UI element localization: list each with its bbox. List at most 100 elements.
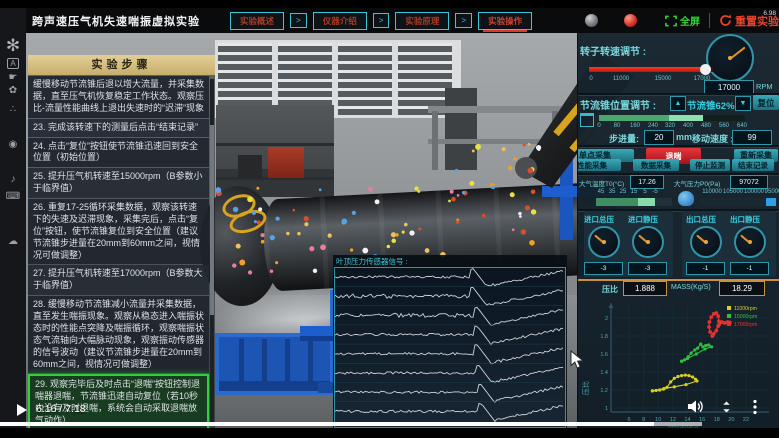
throttle-slider[interactable] bbox=[599, 115, 745, 121]
tick-label: 640 bbox=[737, 123, 747, 129]
top-bar: 跨声速压气机失速喘振虚拟实验 实验概述>仪器介绍>实验原理>实验操作 全屏 重置… bbox=[26, 8, 779, 33]
throttle-down-button[interactable]: ▼ bbox=[735, 96, 751, 111]
app-logo-icon: ✻ bbox=[0, 36, 26, 56]
step-item: 28. 缓慢移动节流锥减小流量并采集数据，直至发生喘振现象。观察从稳态进入喘振状… bbox=[28, 296, 209, 373]
fullscreen-button[interactable]: 全屏 bbox=[665, 13, 700, 28]
tab-separator: > bbox=[290, 13, 307, 28]
play-button[interactable] bbox=[17, 404, 27, 416]
svg-text:1.2: 1.2 bbox=[600, 388, 608, 394]
speed-input[interactable]: 99 bbox=[732, 130, 772, 145]
cloud-download-icon[interactable]: ☁ bbox=[0, 236, 26, 247]
experiment-app: 跨声速压气机失速喘振虚拟实验 实验概述>仪器介绍>实验原理>实验操作 全屏 重置… bbox=[26, 8, 779, 428]
pressure-slider[interactable] bbox=[700, 198, 776, 206]
divider bbox=[709, 13, 710, 28]
audio-note-icon[interactable]: ♪ bbox=[0, 174, 26, 185]
tick-label: 15000 bbox=[655, 76, 672, 82]
mass-value: 18.29 bbox=[719, 281, 765, 296]
ratio-label: 压比 bbox=[602, 284, 618, 295]
kebab-menu-icon[interactable] bbox=[752, 399, 758, 415]
throttle-label: 节流锥位置调节 : bbox=[580, 97, 656, 112]
mass-label: MASS(Kg/S) bbox=[671, 284, 711, 291]
svg-text:17000rpm: 17000rpm bbox=[734, 322, 757, 328]
hand-tool-icon[interactable]: ☛ bbox=[0, 72, 26, 83]
steps-panel-title: 实验步骤 bbox=[28, 55, 215, 75]
rpm-unit: RPM bbox=[756, 82, 773, 91]
tick-label: 320 bbox=[665, 123, 675, 129]
svg-text:18: 18 bbox=[714, 417, 720, 423]
rotor-speed-slider[interactable] bbox=[589, 67, 713, 72]
tick-label: 11000 bbox=[613, 76, 629, 82]
svg-text:1.8: 1.8 bbox=[600, 334, 608, 340]
pressure-gauge bbox=[690, 226, 722, 258]
button-结束记录[interactable]: 结束记录 bbox=[732, 159, 774, 171]
button-数据采集[interactable]: 数据采集 bbox=[633, 159, 679, 171]
throttle-up-button[interactable]: ▲ bbox=[670, 96, 686, 111]
slider-knob[interactable] bbox=[700, 64, 711, 75]
volume-icon[interactable] bbox=[687, 399, 704, 414]
tick-label: 100000 bbox=[744, 189, 764, 195]
miniplayer-icon[interactable] bbox=[719, 400, 734, 414]
slider-fill bbox=[589, 67, 706, 72]
tab-1[interactable]: 实验概述 bbox=[230, 12, 284, 30]
refresh-icon bbox=[719, 14, 732, 27]
gauge-value: -1 bbox=[730, 262, 769, 275]
pressure-ticks: 11000010500010000095000 bbox=[578, 189, 779, 196]
steps-panel: 实验步骤 缓慢移动节流锥后退以增大流量，并采集数据，直至压气机恢复稳定工作状态。… bbox=[28, 55, 215, 428]
throttle-ticks: 080160240320400480560640 bbox=[578, 123, 779, 130]
scatter-tool-icon[interactable]: ∴ bbox=[0, 104, 26, 115]
sensor-signal-plot bbox=[334, 267, 566, 428]
pressure-gauge bbox=[632, 226, 664, 258]
nav-tabs: 实验概述 > 仪器介绍 > 实验原理 > 实验操作 bbox=[230, 12, 532, 30]
rotor-speed-label: 转子转速调节 : bbox=[580, 43, 646, 58]
svg-text:22: 22 bbox=[743, 417, 749, 423]
page-title: 跨声速压气机失速喘振虚拟实验 bbox=[32, 13, 200, 29]
step-item: 25. 提升压气机转速至15000rpm（B参数小于临界值） bbox=[28, 168, 209, 198]
eye-icon[interactable]: ◉ bbox=[0, 139, 26, 150]
tick-label: 160 bbox=[630, 123, 640, 129]
tab-2[interactable]: 仪器介绍 bbox=[313, 12, 367, 30]
tab-3[interactable]: 实验原理 bbox=[395, 12, 449, 30]
pressure-gauge bbox=[734, 226, 766, 258]
tick-label: 110000 bbox=[702, 189, 722, 195]
scrollbar-thumb[interactable] bbox=[210, 125, 214, 315]
tab-4[interactable]: 实验操作 bbox=[478, 12, 532, 30]
throttle-position-text: 节流锥62% bbox=[687, 98, 735, 112]
corner-value: 6.98 bbox=[763, 10, 776, 17]
svg-text:1.4: 1.4 bbox=[600, 370, 608, 376]
step-size-label: 步进量: bbox=[609, 132, 639, 145]
gauge-label: 出口总压 bbox=[686, 214, 716, 225]
sensor-signal-panel: 叶顶压力传感器信号 : bbox=[333, 255, 567, 428]
steps-list: 缓慢移动节流锥后退以增大流量，并采集数据，直至压气机恢复稳定工作状态。观察压比-… bbox=[28, 76, 209, 428]
temp-label: 大气温度T0(°C) bbox=[579, 178, 624, 188]
reel-icon[interactable]: ✿ bbox=[0, 85, 26, 96]
step-item: 27. 提升压气机转速至17000rpm（B参数大于临界值） bbox=[28, 265, 209, 295]
tab-separator: > bbox=[455, 13, 472, 28]
gauge-label: 进口总压 bbox=[584, 214, 614, 225]
gauge-label: 出口静压 bbox=[730, 214, 760, 225]
tick-label: 240 bbox=[648, 123, 658, 129]
tick-label: 0 bbox=[597, 123, 600, 129]
indicator-light-red[interactable] bbox=[624, 14, 637, 27]
svg-text:15000rpm: 15000rpm bbox=[734, 314, 757, 320]
step-item: 24. 点击“复位”按钮使节流锥迅速回到安全位置（初始位置） bbox=[28, 138, 209, 168]
temp-slider[interactable] bbox=[596, 198, 672, 206]
gauge-value: -3 bbox=[628, 262, 667, 275]
step-unit-label: mm bbox=[676, 132, 692, 142]
annotation-a-icon[interactable]: A bbox=[7, 58, 19, 69]
step-item: 26. 重复17-25循环采集数据，观察该转速下的失速及迟滞现象，采集完后，点击… bbox=[28, 199, 209, 264]
throttle-reset-button[interactable]: 复位 bbox=[753, 95, 779, 110]
tab-separator: > bbox=[373, 13, 390, 28]
tick-label: 560 bbox=[719, 123, 729, 129]
tick-label: 95000 bbox=[765, 189, 779, 195]
tick-label: 400 bbox=[683, 123, 693, 129]
keyboard-icon[interactable]: ⌨ bbox=[0, 191, 26, 202]
button-停止监测[interactable]: 停止监测 bbox=[690, 159, 730, 171]
pressure-value: 97072 bbox=[730, 175, 768, 189]
gauge-value: -1 bbox=[686, 262, 725, 275]
step-item: 23. 完成该转速下的测量后点击“结束记录” bbox=[28, 119, 209, 137]
performance-map-chart: 681012141618202211.21.41.61.82压比MASS(Kg/… bbox=[578, 295, 779, 428]
button-性能采集[interactable]: 性能采集 bbox=[577, 159, 621, 171]
indicator-light-gray[interactable] bbox=[585, 14, 598, 27]
fullscreen-arrows-icon bbox=[665, 15, 677, 27]
step-size-input[interactable]: 20 bbox=[644, 130, 674, 145]
